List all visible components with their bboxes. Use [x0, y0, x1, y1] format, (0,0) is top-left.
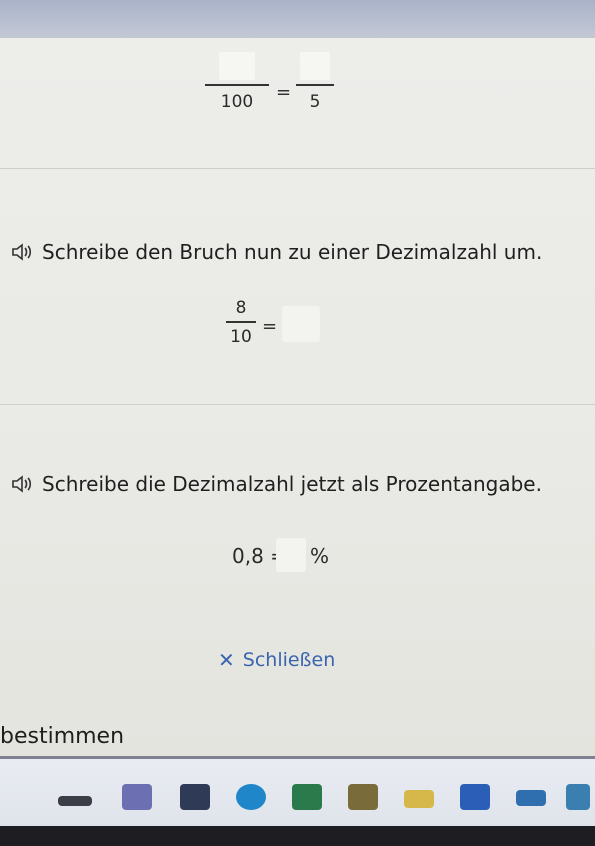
section-divider	[0, 404, 595, 405]
close-button[interactable]: ✕ Schließen	[218, 648, 335, 672]
bottom-heading: bestimmen	[0, 724, 125, 749]
calculator-icon[interactable]	[292, 784, 322, 810]
edge-icon[interactable]	[236, 784, 266, 810]
folder-icon[interactable]	[404, 790, 434, 808]
teams-icon[interactable]	[122, 784, 152, 810]
instruction-percent: Schreibe die Dezimalzahl jetzt als Proze…	[10, 472, 542, 496]
equals-sign: =	[276, 82, 292, 103]
decimal-answer-input[interactable]	[282, 306, 320, 342]
fraction-5: 5	[296, 52, 334, 112]
close-icon: ✕	[218, 648, 235, 672]
file-icon[interactable]	[58, 796, 92, 806]
game-icon[interactable]	[348, 784, 378, 810]
close-button-label: Schließen	[242, 649, 336, 671]
speaker-icon[interactable]	[10, 474, 34, 494]
mail-icon[interactable]	[516, 790, 546, 806]
numerator-input-5[interactable]	[300, 52, 330, 80]
instruction-decimal-text: Schreibe den Bruch nun zu einer Dezimalz…	[42, 240, 543, 264]
launcher-icon[interactable]	[180, 784, 210, 810]
percent-sign: %	[310, 544, 330, 568]
speaker-icon[interactable]	[10, 242, 34, 262]
section-divider	[0, 168, 595, 169]
app-icon[interactable]	[566, 784, 590, 810]
instruction-decimal: Schreibe den Bruch nun zu einer Dezimalz…	[10, 240, 542, 264]
fraction-bar	[296, 84, 334, 86]
screen-bezel	[0, 826, 595, 846]
taskbar	[0, 756, 595, 828]
denominator-5: 5	[309, 92, 321, 112]
taskbar-top-line	[0, 756, 595, 759]
denominator-10: 10	[230, 327, 252, 347]
instruction-percent-text: Schreibe die Dezimalzahl jetzt als Proze…	[42, 472, 542, 496]
fraction-bar	[205, 84, 269, 86]
equals-sign-decimal: =	[262, 316, 278, 337]
percent-answer-input[interactable]	[276, 538, 306, 572]
numerator-input-100[interactable]	[219, 52, 255, 80]
numerator-8: 8	[235, 298, 247, 318]
browser-top-bar	[0, 0, 595, 38]
fraction-bar	[226, 321, 256, 323]
word-icon[interactable]	[460, 784, 490, 810]
denominator-100: 100	[220, 92, 254, 112]
fraction-8-10: 8 10	[226, 298, 256, 347]
fraction-100: 100	[205, 52, 269, 112]
